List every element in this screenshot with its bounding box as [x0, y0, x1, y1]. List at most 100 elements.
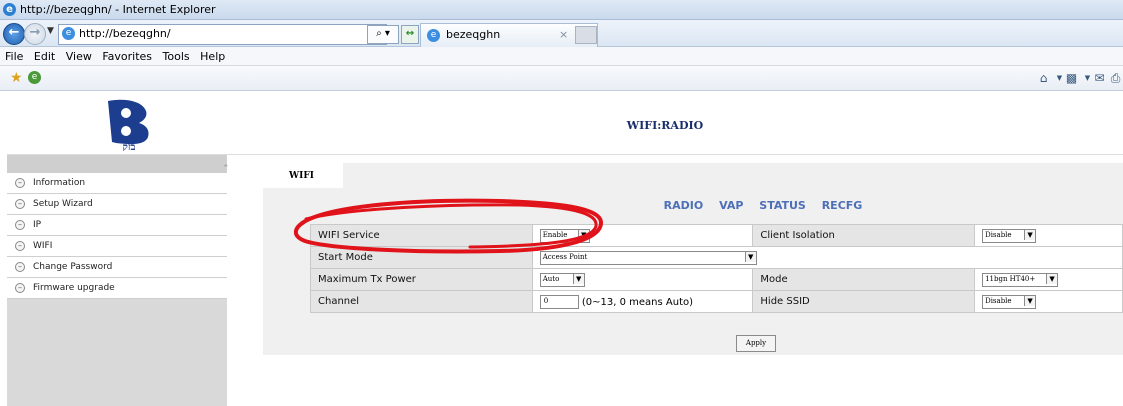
start-mode-cell: Access Point ▼ — [531, 246, 1123, 269]
favorites-star-icon[interactable]: ★ — [10, 70, 23, 86]
start-mode-value: Access Point — [542, 252, 588, 261]
mode-select[interactable]: 11bgn HT40+ ▼ — [982, 272, 1059, 287]
bullet-icon: – — [15, 199, 25, 209]
new-tab-button[interactable] — [575, 26, 597, 44]
client-isolation-value: Disable — [985, 230, 1012, 239]
tab-page-icon: e — [427, 29, 440, 42]
window-title: http://bezeqghn/ - Internet Explorer — [20, 3, 216, 16]
refresh-button[interactable]: ↔ — [401, 25, 419, 44]
sidebar-item-information[interactable]: – Information — [7, 173, 227, 194]
wifi-service-select[interactable]: Enable ▼ — [539, 228, 590, 243]
forward-button[interactable]: → — [24, 23, 46, 45]
suggested-sites-icon[interactable]: e — [28, 71, 41, 84]
menu-bar: File Edit View Favorites Tools Help — [0, 47, 1123, 66]
home-icon[interactable]: ⌂ — [1036, 71, 1051, 86]
address-bar[interactable]: e http://bezeqghn/ — [58, 24, 387, 45]
tab-label: bezeqghn — [446, 28, 501, 41]
sidebar-item-label: Setup Wizard — [33, 199, 93, 209]
channel-label: Channel — [310, 290, 533, 313]
bullet-icon: – — [15, 262, 25, 272]
max-tx-power-select[interactable]: Auto ▼ — [539, 272, 585, 287]
client-isolation-label: Client Isolation — [752, 224, 976, 247]
table-row: Maximum Tx Power Auto ▼ Mode 11bgn HT40+ ▼ — [310, 268, 1123, 291]
chevron-down-icon: ▼ — [572, 273, 584, 284]
sidebar-item-firmware-upgrade[interactable]: – Firmware upgrade — [7, 278, 227, 299]
history-dropdown-icon[interactable]: ▼ — [47, 26, 54, 36]
menu-edit[interactable]: Edit — [34, 47, 55, 66]
apply-button[interactable]: Apply — [736, 335, 776, 352]
search-dropdown-button[interactable]: ⌕ ▾ — [367, 25, 399, 44]
start-mode-select[interactable]: Access Point ▼ — [539, 250, 757, 265]
channel-hint: (0~13, 0 means Auto) — [581, 296, 694, 308]
menu-file[interactable]: File — [5, 47, 23, 66]
chevron-down-icon: ▼ — [1024, 295, 1036, 306]
channel-cell: 0 (0~13, 0 means Auto) — [531, 290, 754, 313]
window-title-bar: e http://bezeqghn/ - Internet Explorer — [0, 0, 1123, 20]
wifi-service-label: WIFI Service — [310, 224, 533, 247]
back-button[interactable]: ← — [3, 23, 25, 45]
wifi-service-value: Enable — [542, 230, 568, 239]
mode-cell: 11bgn HT40+ ▼ — [974, 268, 1123, 291]
subnav-status[interactable]: STATUS — [759, 199, 806, 212]
max-tx-power-value: Auto — [542, 274, 560, 283]
client-isolation-cell: Disable ▼ — [974, 224, 1123, 247]
table-row: WIFI Service Enable ▼ Client Isolation Di… — [310, 224, 1123, 247]
browser-tab[interactable]: e bezeqghn × — [420, 23, 598, 47]
feeds-icon[interactable]: ▩ — [1064, 71, 1079, 86]
subnav-vap[interactable]: VAP — [719, 199, 743, 212]
internet-explorer-icon: e — [3, 3, 16, 16]
channel-input[interactable]: 0 — [539, 294, 579, 309]
chevron-down-icon: ▼ — [1046, 273, 1058, 284]
wifi-service-cell: Enable ▼ — [531, 224, 754, 247]
sidebar-item-change-password[interactable]: – Change Password — [7, 257, 227, 278]
bullet-icon: – — [15, 220, 25, 230]
bullet-icon: – — [15, 178, 25, 188]
max-tx-power-cell: Auto ▼ — [531, 268, 754, 291]
menu-view[interactable]: View — [66, 47, 92, 66]
sidebar-item-wifi[interactable]: – WIFI — [7, 236, 227, 257]
sidebar-item-ip[interactable]: – IP — [7, 215, 227, 236]
scroll-up-icon[interactable]: ⌃ — [222, 164, 230, 174]
bullet-icon: – — [15, 241, 25, 251]
menu-tools[interactable]: Tools — [163, 47, 190, 66]
start-mode-label: Start Mode — [310, 246, 533, 269]
sidebar: – Information – Setup Wizard – IP – WIFI – Ch… — [7, 155, 227, 406]
bullet-icon: – — [15, 283, 25, 293]
table-row: Channel 0 (0~13, 0 means Auto) Hide SSID… — [310, 290, 1123, 313]
hide-ssid-value: Disable — [985, 296, 1012, 305]
hide-ssid-select[interactable]: Disable ▼ — [982, 294, 1037, 309]
mail-icon[interactable]: ✉ — [1092, 71, 1107, 86]
chevron-down-icon: ▼ — [744, 251, 756, 262]
hide-ssid-cell: Disable ▼ — [974, 290, 1123, 313]
tab-wifi[interactable]: WIFI — [263, 163, 343, 188]
mode-value: 11bgn HT40+ — [985, 274, 1036, 283]
hide-ssid-label: Hide SSID — [752, 290, 976, 313]
print-icon[interactable]: ⎙ — [1108, 71, 1123, 86]
sidebar-item-setup-wizard[interactable]: – Setup Wizard — [7, 194, 227, 215]
logo-text: בזק — [123, 142, 136, 151]
content-panel: WIFI RADIO VAP STATUS RECFG WIFI Service… — [263, 163, 1123, 355]
command-bar: ★ e ⌂ ▼ ▩ ▼ ✉ ⎙ — [0, 66, 1123, 91]
page-icon: e — [62, 27, 75, 40]
sidebar-item-label: Firmware upgrade — [33, 283, 115, 293]
chevron-down-icon: ▼ — [1024, 229, 1036, 240]
navigation-bar: ← → ▼ e http://bezeqghn/ ⌕ ▾ ↔ e bezeqgh… — [0, 20, 1123, 47]
sidebar-menu: – Information – Setup Wizard – IP – WIFI – Ch… — [7, 173, 227, 299]
table-row: Start Mode Access Point ▼ — [310, 246, 1123, 269]
sidebar-item-label: Information — [33, 178, 86, 188]
page-header: בזק WIFI:RADIO — [7, 91, 1123, 155]
tab-close-icon[interactable]: × — [559, 24, 568, 46]
sidebar-top-strip — [7, 155, 227, 173]
menu-favorites[interactable]: Favorites — [102, 47, 152, 66]
page-title: WIFI:RADIO — [626, 119, 704, 132]
sub-navigation: RADIO VAP STATUS RECFG — [263, 199, 1123, 212]
sidebar-item-label: WIFI — [33, 241, 53, 251]
wifi-settings-table: WIFI Service Enable ▼ Client Isolation Di… — [310, 224, 1123, 313]
client-isolation-select[interactable]: Disable ▼ — [982, 228, 1037, 243]
menu-help[interactable]: Help — [200, 47, 225, 66]
address-text: http://bezeqghn/ — [79, 27, 171, 40]
sidebar-item-label: IP — [33, 220, 42, 230]
subnav-recfg[interactable]: RECFG — [822, 199, 863, 212]
max-tx-power-label: Maximum Tx Power — [310, 268, 533, 291]
subnav-radio[interactable]: RADIO — [664, 199, 704, 212]
